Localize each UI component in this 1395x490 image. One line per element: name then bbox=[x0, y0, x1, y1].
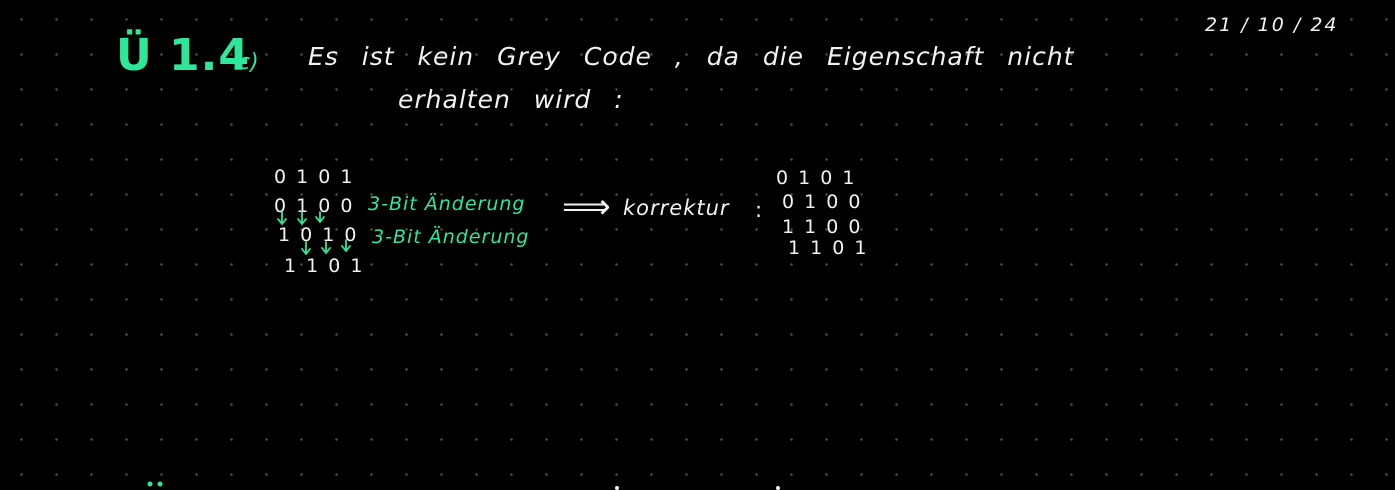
arrow-down-icon bbox=[301, 241, 311, 255]
arrow-down-icon bbox=[297, 211, 307, 225]
arrow-down-icon bbox=[321, 241, 331, 254]
implies-arrow-icon: ⟹ bbox=[562, 187, 611, 227]
arrow-down-icon bbox=[341, 239, 351, 252]
correction-colon: : bbox=[755, 198, 763, 222]
notebook-page: 21 / 10 / 24 Ü 1.4 c) Es ist kein Grey C… bbox=[0, 0, 1395, 490]
arrow-down-icon bbox=[277, 211, 287, 225]
corrected-row-2: 0 1 0 0 bbox=[782, 191, 863, 213]
corrected-row-3: 1 1 0 0 bbox=[782, 216, 863, 238]
arrow-down-icon bbox=[315, 211, 325, 223]
corrected-row-4: 1 1 0 1 bbox=[788, 237, 869, 259]
cut-off-line-mark bbox=[615, 486, 780, 490]
correction-label: korrektur bbox=[623, 196, 730, 220]
bit-change-arrows bbox=[277, 211, 351, 255]
corrected-row-1: 0 1 0 1 bbox=[776, 167, 857, 189]
